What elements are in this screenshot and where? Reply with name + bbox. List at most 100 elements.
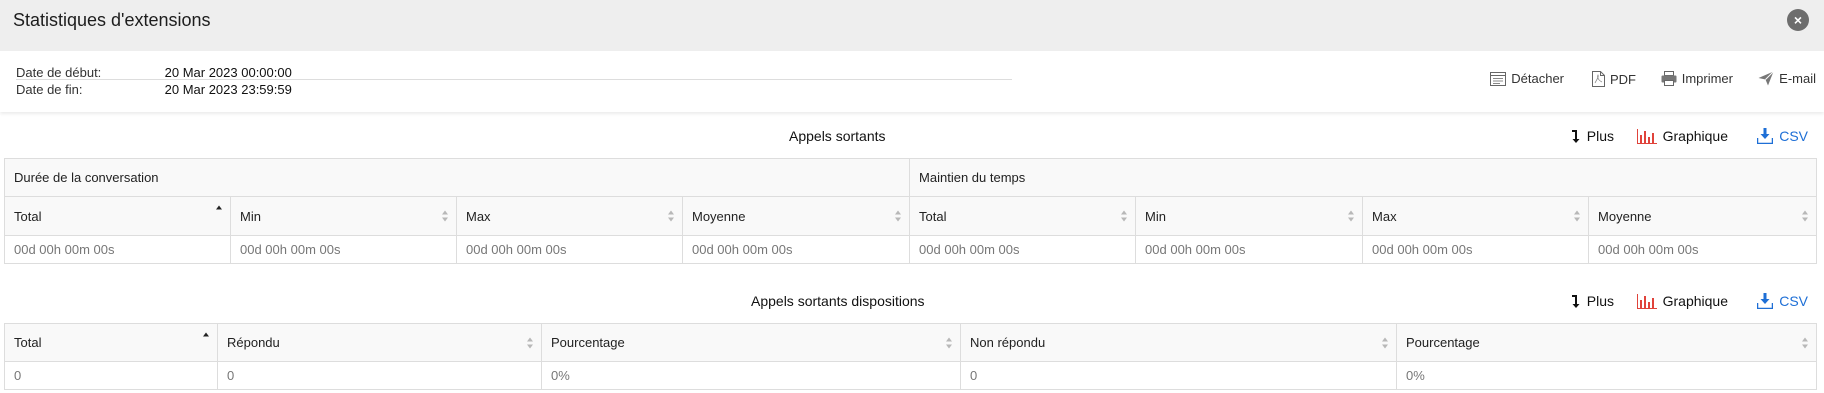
sort-icon [1574, 210, 1581, 222]
chart-label: Graphique [1662, 293, 1728, 309]
chart-label: Graphique [1662, 128, 1728, 144]
column-label: Pourcentage [1406, 335, 1480, 350]
sort-icon [1121, 210, 1128, 222]
table-cell: 0% [1396, 361, 1817, 390]
arrow-down-icon [1571, 130, 1580, 143]
column-header-percentage[interactable]: Pourcentage [541, 323, 961, 362]
group-header-conversation-duration: Durée de la conversation [3, 158, 911, 197]
sort-icon [442, 210, 449, 222]
sort-icon [1802, 337, 1809, 348]
pdf-label: PDF [1610, 72, 1636, 87]
column-header-hold-max[interactable]: Max [1362, 196, 1590, 236]
table-cell: 00d 00h 00m 00s [909, 235, 1137, 264]
sort-icon [1382, 337, 1389, 348]
download-icon [1756, 293, 1774, 310]
table-cell: 00d 00h 00m 00s [1588, 235, 1818, 264]
group-header-row: Durée de la conversation Maintien du tem… [3, 158, 1818, 197]
column-header-hold-min[interactable]: Min [1135, 196, 1364, 236]
csv-label: CSV [1779, 128, 1808, 144]
detach-label: Détacher [1511, 71, 1564, 86]
table-row: 00d 00h 00m 00s 00d 00h 00m 00s 00d 00h … [4, 235, 1818, 264]
bar-chart-icon [1636, 129, 1657, 144]
email-button[interactable]: E-mail [1758, 71, 1816, 86]
section-title-outgoing-dispositions: Appels sortants dispositions [751, 293, 925, 309]
more-label: Plus [1586, 293, 1614, 309]
sort-icon [946, 337, 953, 348]
start-date-label: Date de début: [16, 65, 102, 80]
column-header-not-answered[interactable]: Non répondu [960, 323, 1397, 362]
pdf-button[interactable]: PDF [1592, 71, 1636, 87]
sort-icon [1348, 210, 1355, 222]
sort-icon [1802, 210, 1809, 222]
table-cell: 00d 00h 00m 00s [1135, 235, 1364, 264]
table-cell: 0% [541, 361, 961, 390]
title-bar: Statistiques d'extensions × [0, 0, 1824, 51]
column-label: Total [919, 208, 947, 224]
more-label: Plus [1586, 128, 1614, 144]
column-label: Max [1372, 208, 1397, 224]
column-label: Min [240, 208, 261, 224]
column-label: Min [1145, 208, 1166, 224]
column-label: Moyenne [692, 208, 746, 224]
column-label: Moyenne [1598, 208, 1652, 224]
date-divider [16, 79, 1012, 80]
detach-button[interactable]: Détacher [1490, 71, 1564, 86]
pdf-icon [1592, 71, 1605, 87]
group-header-hold-time: Maintien du temps [909, 158, 1818, 197]
table-cell: 00d 00h 00m 00s [4, 235, 231, 264]
date-info-bar: Date de début: 20 Mar 2023 00:00:00 Date… [0, 51, 1824, 112]
download-icon [1756, 128, 1774, 145]
bar-chart-icon [1636, 294, 1657, 309]
table-cell: 0 [960, 361, 1397, 390]
arrow-down-icon [1571, 295, 1580, 308]
column-header-answered[interactable]: Répondu [217, 323, 542, 362]
sort-icon [895, 210, 902, 222]
column-header-row: Total Min Max Moyenne Total Min Max Moye… [4, 196, 1818, 236]
column-header-average[interactable]: Moyenne [681, 196, 911, 236]
column-header-total[interactable]: Total [4, 196, 231, 236]
sort-icon [668, 210, 675, 222]
chart-button[interactable]: Graphique [1636, 293, 1728, 309]
close-icon[interactable]: × [1787, 9, 1809, 31]
section-title-outgoing-calls: Appels sortants [789, 128, 886, 144]
csv-button[interactable]: CSV [1756, 128, 1808, 145]
end-date-value: 20 Mar 2023 23:59:59 [164, 82, 292, 97]
send-icon [1758, 71, 1775, 86]
print-button[interactable]: Imprimer [1661, 71, 1733, 86]
print-label: Imprimer [1681, 71, 1733, 86]
outgoing-calls-table: Durée de la conversation Maintien du tem… [3, 158, 1818, 264]
window-title: Statistiques d'extensions [13, 10, 211, 30]
table-cell: 00d 00h 00m 00s [456, 235, 683, 264]
start-date-value: 20 Mar 2023 00:00:00 [164, 65, 292, 80]
table-cell: 00d 00h 00m 00s [230, 235, 457, 264]
column-header-hold-average[interactable]: Moyenne [1588, 196, 1818, 236]
table-cell: 00d 00h 00m 00s [1362, 235, 1590, 264]
more-button[interactable]: Plus [1571, 293, 1614, 309]
column-header-min[interactable]: Min [230, 196, 457, 236]
email-label: E-mail [1779, 71, 1816, 86]
column-header-total[interactable]: Total [4, 323, 218, 362]
start-date-row: Date de début: 20 Mar 2023 00:00:00 [16, 65, 292, 80]
more-button[interactable]: Plus [1571, 128, 1614, 144]
dispositions-table: Total Répondu Pourcentage Non répondu Po… [4, 323, 1817, 390]
column-header-hold-total[interactable]: Total [909, 196, 1137, 236]
csv-button[interactable]: CSV [1756, 293, 1808, 310]
column-label: Total [14, 208, 42, 224]
table-row: 0 0 0% 0 0% [4, 361, 1817, 390]
chart-button[interactable]: Graphique [1636, 128, 1728, 144]
printer-icon [1661, 71, 1677, 86]
table-cell: 00d 00h 00m 00s [681, 235, 911, 264]
csv-label: CSV [1779, 293, 1808, 309]
section2-tools: Plus Graphique CSV [1524, 293, 1824, 313]
sort-asc-icon [203, 332, 210, 344]
table-cell: 0 [217, 361, 542, 390]
column-label: Total [14, 335, 42, 350]
column-label: Pourcentage [551, 335, 625, 350]
sort-asc-icon [216, 205, 223, 217]
end-date-label: Date de fin: [16, 82, 83, 97]
column-label: Max [466, 208, 491, 224]
column-label: Répondu [227, 335, 280, 350]
column-header-percentage-not-answered[interactable]: Pourcentage [1396, 323, 1817, 362]
table-cell: 0 [4, 361, 218, 390]
column-header-max[interactable]: Max [456, 196, 683, 236]
